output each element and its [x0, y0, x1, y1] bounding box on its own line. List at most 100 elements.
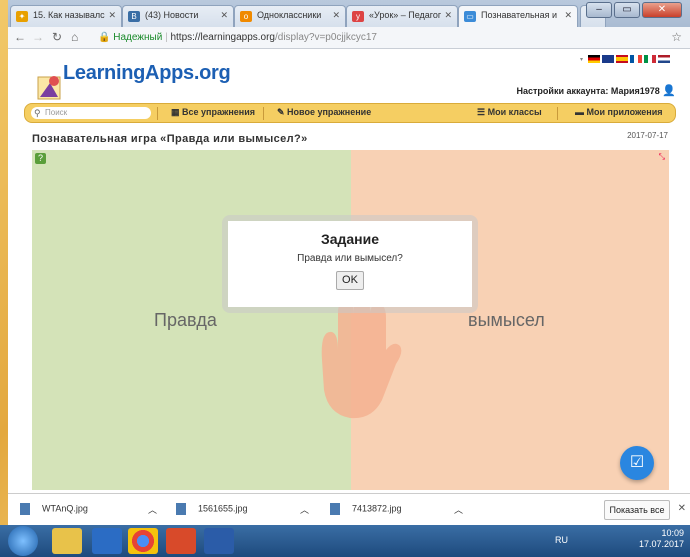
clock[interactable]: 10:09 17.07.2017	[639, 528, 684, 550]
taskbar: RU 10:09 17.07.2017	[0, 525, 690, 557]
close-tab-icon[interactable]: ✕	[332, 10, 340, 21]
divider	[157, 107, 158, 120]
divider	[263, 107, 264, 120]
dropdown-arrow-icon[interactable]: ▾	[580, 56, 586, 63]
exercise-date: 2017-07-17	[627, 131, 668, 140]
download-item[interactable]: WTAnQ.jpg	[20, 503, 88, 515]
close-window-button[interactable]: ✕	[642, 2, 682, 18]
divider	[557, 107, 558, 120]
lock-icon: 🔒	[98, 32, 111, 43]
home-icon[interactable]: ⌂	[71, 30, 78, 44]
ok-button[interactable]: OK	[336, 271, 364, 290]
fullscreen-icon[interactable]: ⤡	[659, 152, 665, 162]
exercise-title: Познавательная игра «Правда или вымысел?…	[32, 133, 308, 145]
account-label: Настройки аккаунта: Мария1978	[516, 86, 660, 96]
task-dialog: Задание Правда или вымысел? OK	[222, 215, 478, 313]
start-button[interactable]	[8, 526, 38, 556]
account-settings[interactable]: Настройки аккаунта: Мария1978 👤	[517, 84, 677, 97]
url-host: https://learningapps.org	[170, 32, 275, 43]
window-controls: – ▭ ✕	[586, 2, 682, 20]
close-tab-icon[interactable]: ✕	[564, 10, 572, 21]
user-icon: 👤	[662, 85, 676, 97]
flag-gb-icon[interactable]	[602, 55, 614, 63]
clock-time: 10:09	[661, 528, 684, 538]
tab-label: Познавательная и	[481, 10, 558, 20]
secure-label: Надежный	[113, 32, 163, 43]
file-name: 1561655.jpg	[198, 503, 248, 514]
flag-fr-icon[interactable]	[630, 55, 642, 63]
help-icon[interactable]: ?	[35, 153, 46, 164]
search-input[interactable]: Поиск	[31, 107, 151, 119]
tab-strip: ✦ 15. Как называлс ✕ B (43) Новости ✕ o …	[8, 0, 690, 27]
dialog-title: Задание	[320, 231, 380, 247]
true-label: Правда	[154, 310, 217, 330]
image-file-icon	[330, 503, 340, 515]
tab-5-active[interactable]: ▭ Познавательная и ✕	[458, 5, 578, 27]
media-player-icon[interactable]	[92, 528, 122, 554]
tab-3[interactable]: o Одноклассники ✕	[234, 5, 346, 27]
false-label: вымысел	[468, 310, 545, 330]
web-page: LearningApps.org ▾ Настройки аккаунта: М…	[8, 49, 690, 490]
tab-label: «Урок» – Педагог	[369, 10, 442, 20]
back-arrow-icon[interactable]: ←	[14, 30, 26, 44]
menu-label: Все упражнения	[182, 107, 256, 117]
language-flags: ▾	[580, 55, 670, 63]
menu-all-exercises[interactable]: ▦ Все упражнения	[171, 107, 255, 118]
language-indicator[interactable]: RU	[555, 535, 568, 545]
learningapps-icon: ▭	[464, 11, 476, 22]
menu-label: Новое упражнение	[287, 107, 372, 117]
powerpoint-icon[interactable]	[166, 528, 196, 554]
word-icon[interactable]	[204, 528, 234, 554]
ok-icon: o	[240, 11, 252, 22]
tab-4[interactable]: y «Урок» – Педагог ✕	[346, 5, 458, 27]
menu-label: Мои классы	[487, 107, 542, 117]
show-all-button[interactable]: Показать все	[604, 500, 670, 520]
downloads-bar: WTAnQ.jpg ︿ 1561655.jpg ︿ 7413872.jpg ︿ …	[8, 493, 690, 525]
chevron-up-icon[interactable]: ︿	[148, 503, 157, 516]
maximize-button[interactable]: ▭	[614, 2, 640, 18]
tab-2[interactable]: B (43) Новости ✕	[122, 5, 234, 27]
download-item[interactable]: 7413872.jpg	[330, 503, 402, 515]
forward-arrow-icon[interactable]: →	[32, 30, 44, 44]
close-icon[interactable]: ✕	[678, 503, 686, 514]
flag-it-icon[interactable]	[644, 55, 656, 63]
vk-icon: B	[128, 11, 140, 22]
bird-icon: ✦	[16, 11, 28, 22]
tab-label: (43) Новости	[145, 10, 199, 20]
minimize-button[interactable]: –	[586, 2, 612, 18]
menu-new-exercise[interactable]: ✎ Новое упражнение	[277, 107, 371, 118]
flag-nl-icon[interactable]	[658, 55, 670, 63]
url-path: /display?v=p0cjjkcyc17	[274, 32, 377, 43]
address-bar: ← → ↻ ⌂ 🔒 Надежный | https://learningapp…	[8, 27, 690, 49]
reload-icon[interactable]: ↻	[52, 30, 62, 44]
close-tab-icon[interactable]: ✕	[108, 10, 116, 21]
tab-label: Одноклассники	[257, 10, 322, 20]
close-tab-icon[interactable]: ✕	[444, 10, 452, 21]
menu-my-classes[interactable]: ☰ Мои классы	[477, 107, 542, 118]
flag-es-icon[interactable]	[616, 55, 628, 63]
tab-1[interactable]: ✦ 15. Как называлс ✕	[10, 5, 122, 27]
urok-icon: y	[352, 11, 364, 22]
menu-label: Мои приложения	[586, 107, 663, 117]
chrome-icon[interactable]	[128, 528, 158, 554]
chevron-up-icon[interactable]: ︿	[300, 503, 309, 516]
url-field[interactable]: 🔒 Надежный | https://learningapps.org/di…	[98, 30, 658, 46]
dialog-text: Правда или вымысел?	[297, 253, 403, 264]
menu-my-apps[interactable]: ▬ Мои приложения	[575, 107, 662, 117]
flag-de-icon[interactable]	[588, 55, 600, 63]
image-file-icon	[20, 503, 30, 515]
file-name: 7413872.jpg	[352, 503, 402, 514]
bookmark-star-icon[interactable]: ☆	[671, 30, 682, 44]
file-name: WTAnQ.jpg	[42, 503, 88, 514]
check-button[interactable]: ☑	[620, 446, 654, 480]
download-item[interactable]: 1561655.jpg	[176, 503, 248, 515]
chevron-up-icon[interactable]: ︿	[454, 503, 463, 516]
site-logo[interactable]: LearningApps.org	[63, 62, 231, 85]
clock-date: 17.07.2017	[638, 539, 684, 549]
explorer-icon[interactable]	[52, 528, 82, 554]
tab-label: 15. Как называлс	[33, 10, 105, 20]
browser-window: ✦ 15. Как называлс ✕ B (43) Новости ✕ o …	[8, 0, 690, 525]
game-area: ? ⤡ Правда вымысел Задание Правда или вы…	[32, 150, 669, 490]
close-tab-icon[interactable]: ✕	[220, 10, 228, 21]
main-menu: Поиск ▦ Все упражнения ✎ Новое упражнени…	[24, 103, 676, 123]
